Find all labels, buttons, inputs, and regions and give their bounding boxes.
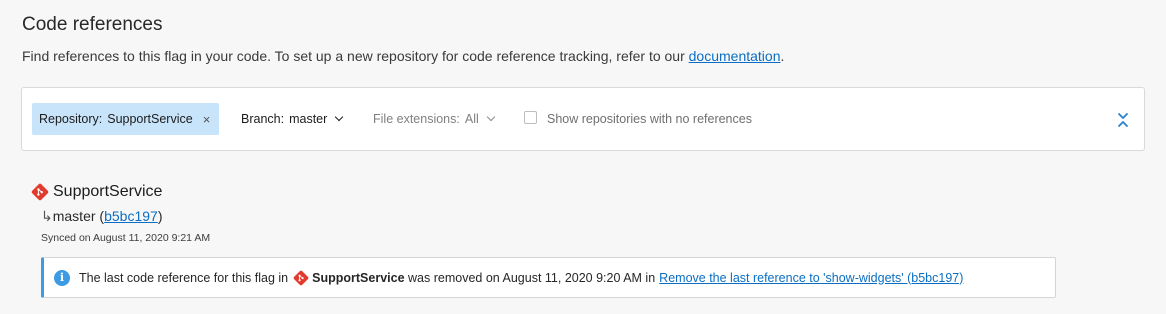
collapse-filters-icon[interactable] xyxy=(1116,110,1130,130)
repository-name: SupportService xyxy=(53,183,163,200)
notice-text-before: The last code reference for this flag in xyxy=(79,270,289,285)
branch-filter-label: Branch: xyxy=(241,112,285,126)
commit-link[interactable]: b5bc197 xyxy=(104,208,158,224)
branch-arrow: ↳ xyxy=(41,208,53,224)
synced-timestamp: Synced on August 11, 2020 9:21 AM xyxy=(41,232,211,244)
chevron-down-icon xyxy=(486,112,496,122)
git-icon xyxy=(31,183,49,201)
repository-filter-chip[interactable]: Repository: SupportService × xyxy=(32,103,220,135)
repository-filter-value: SupportService xyxy=(107,112,193,126)
branch-line: ↳master (b5bc197) xyxy=(41,208,162,225)
filter-bar: Repository: SupportService × Branch: mas… xyxy=(21,87,1145,151)
description-text: Find references to this flag in your cod… xyxy=(22,48,689,64)
documentation-link[interactable]: documentation xyxy=(689,48,781,64)
git-icon xyxy=(293,270,309,286)
file-extensions-label: File extensions: xyxy=(373,112,460,126)
repository-header: SupportService xyxy=(31,183,162,201)
file-extensions-value: All xyxy=(464,112,479,126)
info-icon: i xyxy=(54,269,70,286)
section-description: Find references to this flag in your cod… xyxy=(22,48,784,64)
notice-text-after: was removed on August 11, 2020 9:20 AM i… xyxy=(408,270,656,285)
branch-filter-value: master xyxy=(289,112,328,126)
branch-name: master xyxy=(52,208,96,224)
commit-reference-link[interactable]: Remove the last reference to 'show-widge… xyxy=(659,271,963,285)
show-empty-repos-option[interactable]: Show repositories with no references xyxy=(524,103,752,135)
description-suffix: . xyxy=(780,48,785,64)
notice-repository-name: SupportService xyxy=(312,270,405,285)
branch-filter-dropdown[interactable]: Branch: master xyxy=(241,103,344,135)
info-notice: i The last code reference for this flag … xyxy=(41,257,1056,298)
show-empty-repos-label: Show repositories with no references xyxy=(547,112,752,126)
page-title: Code references xyxy=(22,14,163,35)
commit-close: ) xyxy=(157,208,163,224)
file-extensions-dropdown[interactable]: File extensions: All xyxy=(373,103,496,135)
show-empty-repos-checkbox[interactable] xyxy=(524,110,537,124)
repository-filter-label: Repository: xyxy=(39,112,103,126)
chevron-down-icon xyxy=(335,112,344,122)
remove-repository-filter-button[interactable]: × xyxy=(203,112,211,127)
